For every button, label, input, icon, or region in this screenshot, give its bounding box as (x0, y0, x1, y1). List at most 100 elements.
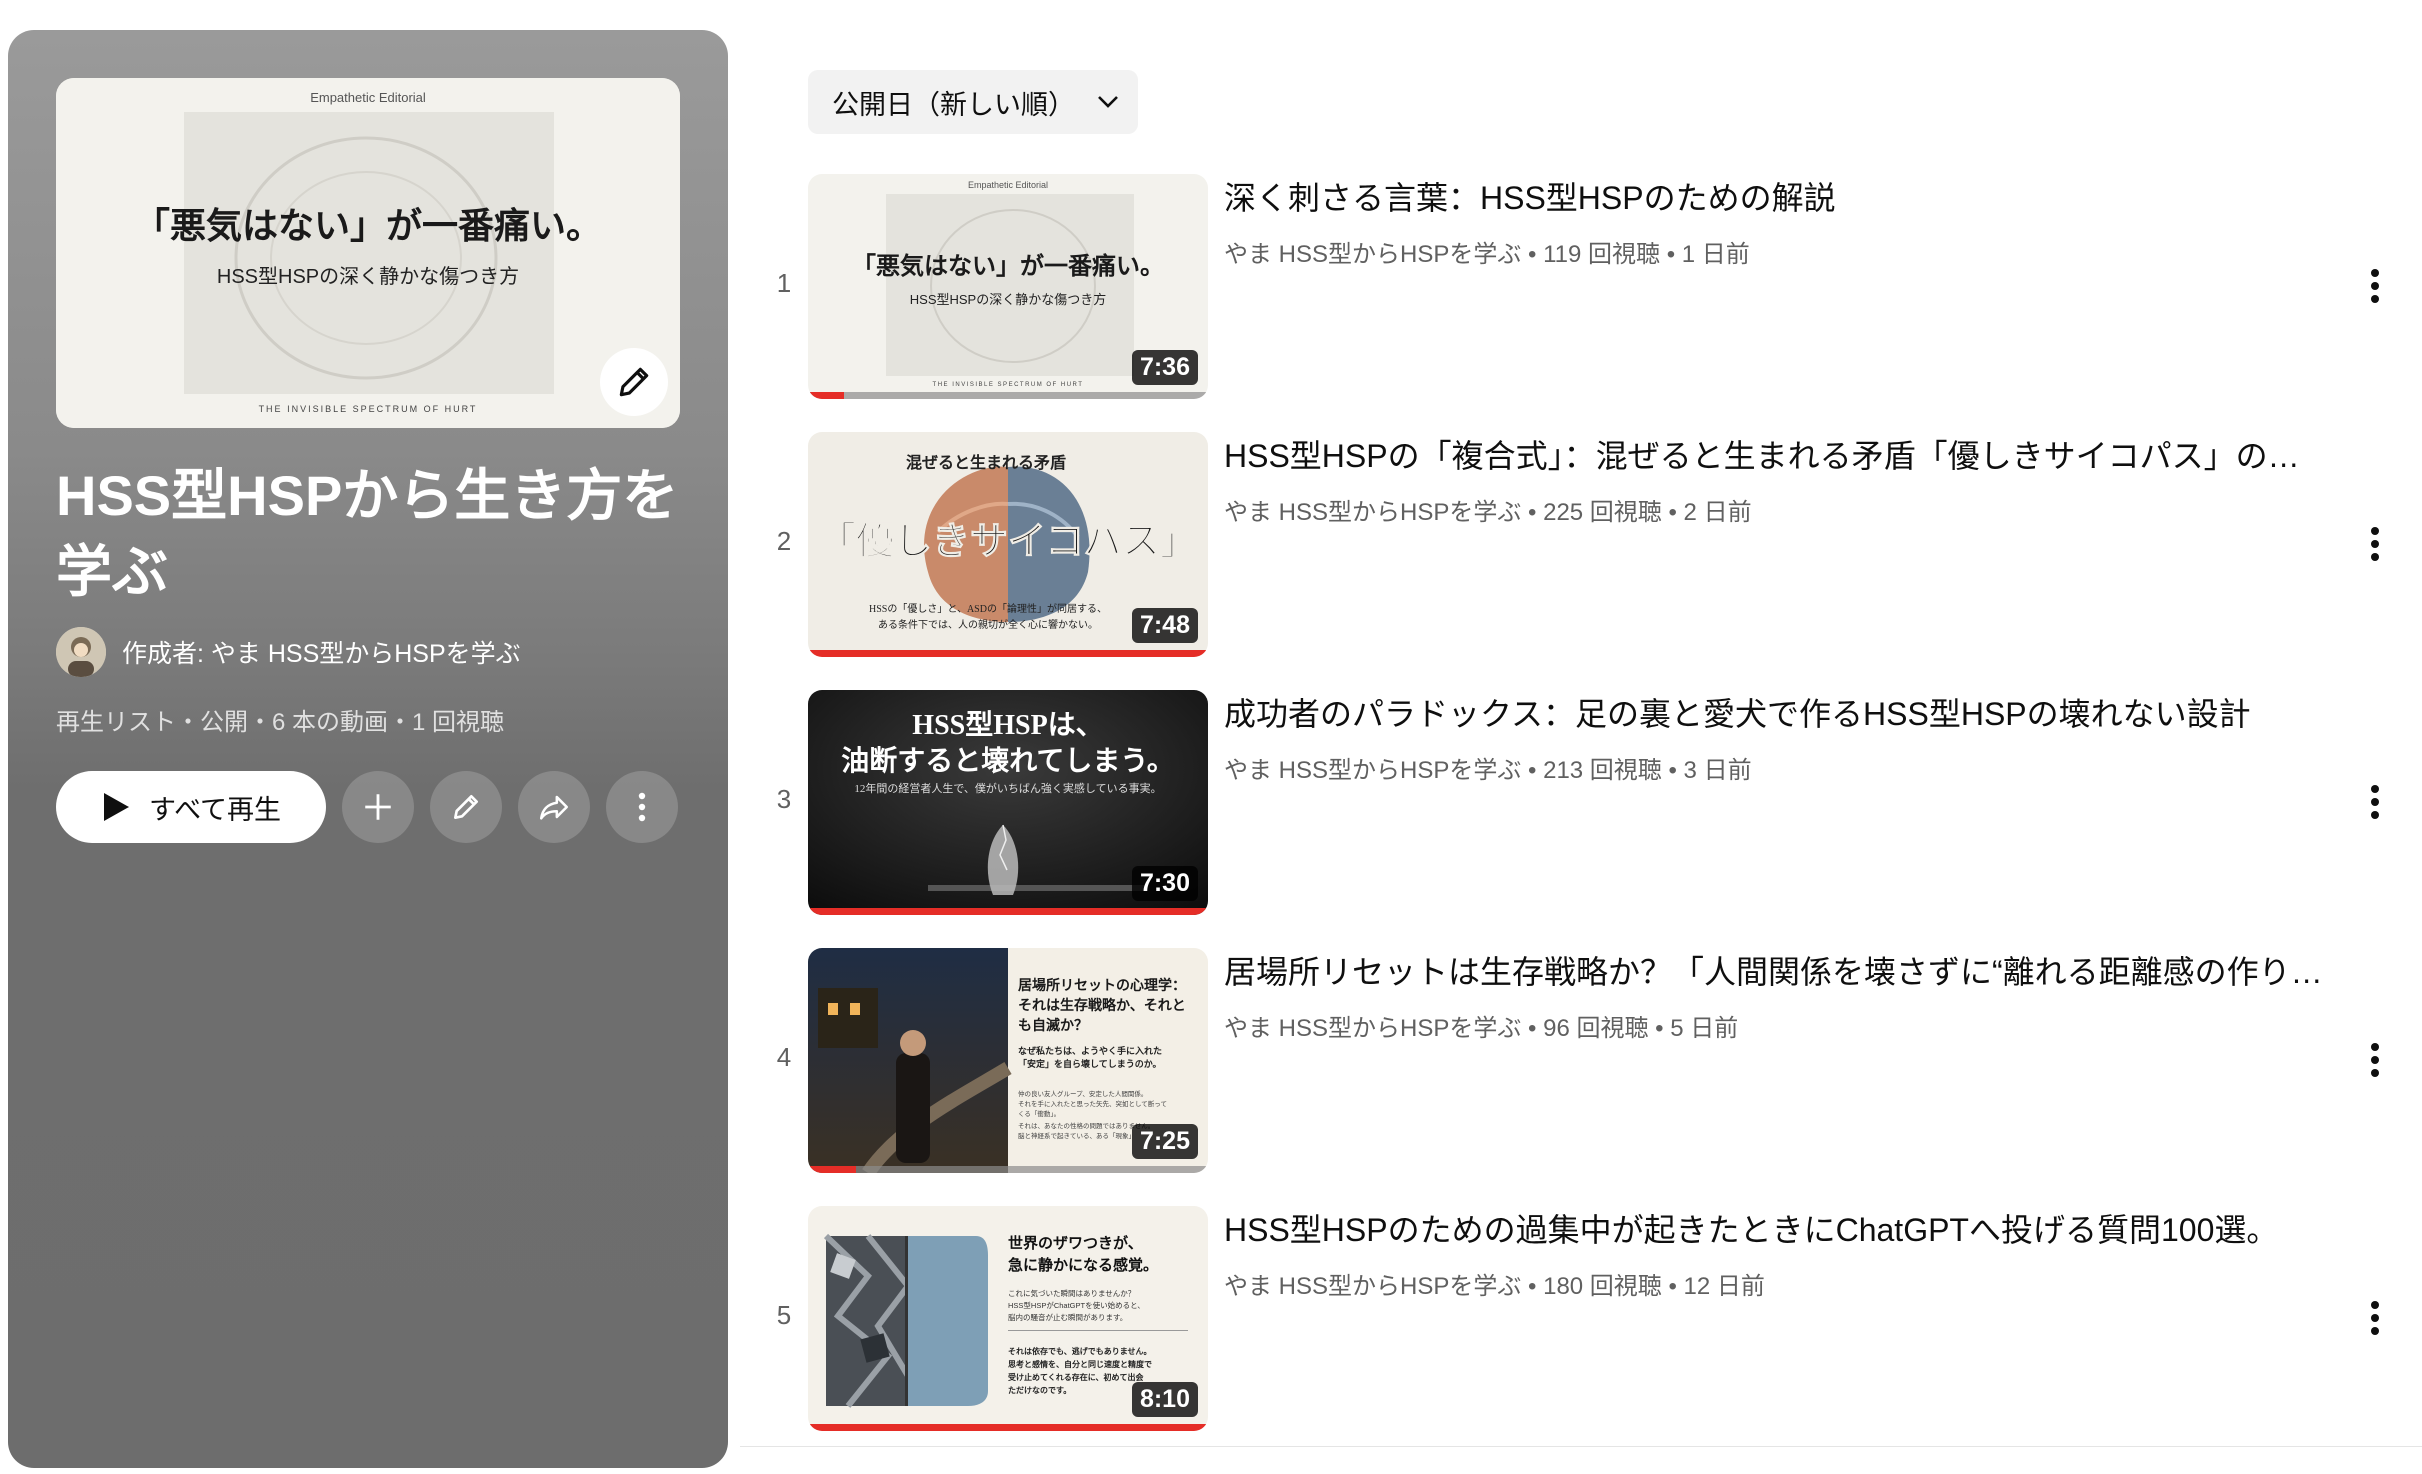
playlist-thumb-sub: HSS型HSPの深く静かな傷つき方 (217, 265, 519, 288)
more-vert-icon (2371, 1301, 2379, 1335)
chevron-down-icon (1098, 96, 1118, 108)
video-title[interactable]: 深く刺さる言葉：HSS型HSPのための解説 (1224, 176, 2324, 220)
playlist-video-row[interactable]: 2 混ぜると生まれる矛盾 「優しきサイコパス」 HSSの「優しさ」と、ASDの「… (740, 432, 2422, 670)
playlist-thumb-footer: THE INVISIBLE SPECTRUM OF HURT (259, 404, 478, 414)
edit-playlist-button[interactable] (430, 771, 502, 843)
playlist-thumbnail[interactable]: Empathetic Editorial 「悪気はない」が一番痛い。 HSS型H… (56, 78, 680, 428)
video-thumbnail[interactable]: Empathetic Editorial 「悪気はない」が一番痛い。 HSS型H… (808, 174, 1208, 399)
thumb-top: 混ぜると生まれる矛盾 (906, 453, 1066, 472)
play-icon (103, 793, 129, 821)
watch-progress-bar (808, 1424, 1208, 1431)
video-meta: やま HSS型からHSPを学ぶ • 225 回視聴 • 2 日前 (1224, 499, 1752, 526)
thumb-line1: HSSの「優しさ」と、ASDの「論理性」が同居する、 (869, 602, 1107, 615)
pencil-icon (454, 795, 478, 819)
video-title[interactable]: HSS型HSPの「複合式」：混ぜると生まれる矛盾「優しきサイコパス」の正体… (1224, 434, 2324, 478)
video-meta: やま HSS型からHSPを学ぶ • 96 回視聴 • 5 日前 (1224, 1015, 1739, 1042)
playlist-video-row[interactable]: 5 世界のザワつきが、 急に静かになる感覚。 これに気づいた瞬間はありませんか？… (740, 1206, 2422, 1444)
more-vert-icon (2371, 269, 2379, 303)
pencil-icon (619, 367, 649, 397)
video-more-button[interactable] (2350, 772, 2400, 832)
watch-progress-bar (808, 908, 1208, 915)
add-to-playlist-button[interactable] (342, 771, 414, 843)
video-more-button[interactable] (2350, 1288, 2400, 1348)
video-thumbnail[interactable]: 世界のザワつきが、 急に静かになる感覚。 これに気づいた瞬間はありませんか？ H… (808, 1206, 1208, 1431)
avatar-image (56, 627, 106, 677)
thumb-line1: HSS型HSPは、 (912, 709, 1103, 741)
thumb-sub: 12年間の経営者人生で、僕がいちばん強く実感している事実。 (854, 781, 1161, 795)
video-title[interactable]: HSS型HSPのための過集中が起きたときにChatGPTへ投げる質問100選。 (1224, 1208, 2324, 1252)
video-duration: 7:25 (1131, 1124, 1198, 1159)
playlist-video-row[interactable]: 4 居場所リセットの心理学： それは生存戦略か、それと も自滅か？ なぜ私たちは… (740, 948, 2422, 1186)
video-title[interactable]: 居場所リセットは生存戦略か？「人間関係を壊さずに“離れる距離感の作り… (1224, 950, 2324, 994)
playlist-actions: すべて再生 (56, 770, 678, 844)
playlist-title: HSS型HSPから生き方を学ぶ (56, 464, 679, 603)
watch-progress-bar (808, 392, 1208, 399)
thumb-s5: 脳と神経系で起きている、ある「現象」 (1018, 1131, 1135, 1140)
thumb-b2: 「安定」を自ら壊してしまうのか。 (1018, 1058, 1162, 1069)
video-title[interactable]: 成功者のパラドックス：足の裏と愛犬で作るHSS型HSPの壊れない設計 (1224, 692, 2324, 736)
play-all-label: すべて再生 (148, 794, 282, 825)
thumb-c1: それは依存でも、逃げでもありません。 (1008, 1346, 1152, 1356)
edit-thumbnail-button[interactable] (600, 348, 668, 416)
video-more-button[interactable] (2350, 256, 2400, 316)
playlist-creator[interactable]: 作成者: やま HSS型からHSPを学ぶ (56, 626, 521, 678)
playlist-header-panel: Empathetic Editorial 「悪気はない」が一番痛い。 HSS型H… (8, 30, 728, 1468)
more-vert-icon (2371, 527, 2379, 561)
thumb-h1: 世界のザワつきが、 (1008, 1234, 1143, 1252)
thumb-sub: HSS型HSPの深く静かな傷つき方 (910, 292, 1106, 307)
more-actions-button[interactable] (606, 771, 678, 843)
sort-label: 公開日（新しい順） (832, 89, 1075, 120)
more-vert-icon (2371, 785, 2379, 819)
creator-label: 作成者: やま HSS型からHSPを学ぶ (122, 640, 521, 668)
video-more-button[interactable] (2350, 1030, 2400, 1090)
thumb-b2: HSS型HSPがChatGPTを使い始めると、 (1008, 1300, 1145, 1310)
video-duration: 7:48 (1131, 608, 1198, 643)
video-meta: やま HSS型からHSPを学ぶ • 213 回視聴 • 3 日前 (1224, 757, 1752, 784)
thumb-s1: 仲の良い友人グループ、安定した人間関係。 (1018, 1089, 1147, 1098)
thumb-b3: 脳内の騒音が止む瞬間があります。 (1008, 1312, 1127, 1322)
video-index: 4 (776, 1042, 792, 1072)
playlist-meta: 再生リスト・公開・6 本の動画・1 回視聴 (56, 709, 505, 736)
video-duration: 8:10 (1131, 1382, 1198, 1417)
video-index: 5 (776, 1300, 792, 1330)
playlist-thumb-headline: 「悪気はない」が一番痛い。 (134, 206, 602, 246)
thumb-footer: THE INVISIBLE SPECTRUM OF HURT (933, 382, 1084, 388)
thumb-h2: それは生存戦略か、それと (1018, 997, 1186, 1013)
thumb-s2: それを手に入れたと思った矢先、突如として断って (1018, 1099, 1167, 1108)
video-duration: 7:30 (1131, 866, 1198, 901)
playlist-thumb-brand: Empathetic Editorial (310, 90, 426, 105)
thumb-h2: 急に静かになる感覚。 (1008, 1256, 1158, 1274)
avatar[interactable] (56, 627, 106, 677)
thumb-line2: 油断すると壊れてしまう。 (841, 744, 1174, 777)
video-thumbnail[interactable]: HSS型HSPは、 油断すると壊れてしまう。 12年間の経営者人生で、僕がいちば… (808, 690, 1208, 915)
video-duration: 7:36 (1131, 350, 1198, 385)
watch-progress-bar (808, 650, 1208, 657)
plus-icon (365, 794, 391, 820)
play-all-button[interactable]: すべて再生 (56, 771, 326, 843)
thumb-c2: 思考と感情を、自分と同じ速度と精度で (1008, 1359, 1152, 1369)
thumb-b1: これに気づいた瞬間はありませんか？ (1008, 1288, 1135, 1298)
thumb-h1: 居場所リセットの心理学： (1018, 977, 1186, 993)
thumb-brand: Empathetic Editorial (968, 180, 1048, 190)
video-index: 2 (776, 526, 792, 556)
watch-progress-fill (808, 1424, 1208, 1431)
watch-progress-fill (808, 392, 844, 399)
video-thumbnail[interactable]: 居場所リセットの心理学： それは生存戦略か、それと も自滅か？ なぜ私たちは、よ… (808, 948, 1208, 1173)
video-meta: やま HSS型からHSPを学ぶ • 180 回視聴 • 12 日前 (1224, 1273, 1765, 1300)
video-meta: やま HSS型からHSPを学ぶ • 119 回視聴 • 1 日前 (1224, 241, 1750, 268)
thumb-h3: も自滅か？ (1018, 1017, 1088, 1033)
playlist-video-row[interactable]: 3 HSS型HSPは、 油断すると壊れてしまう。 12年間の経営者人生で、僕がい… (740, 690, 2422, 928)
thumb-c4: ただけなのです。 (1008, 1385, 1071, 1395)
video-index: 3 (776, 784, 792, 814)
video-thumbnail[interactable]: 混ぜると生まれる矛盾 「優しきサイコパス」 HSSの「優しさ」と、ASDの「論理… (808, 432, 1208, 657)
share-button[interactable] (518, 771, 590, 843)
watch-progress-fill (808, 650, 1208, 657)
more-vert-icon (2371, 1043, 2379, 1077)
thumb-b1: なぜ私たちは、ようやく手に入れた (1018, 1045, 1162, 1056)
video-more-button[interactable] (2350, 514, 2400, 574)
more-vert-icon (638, 792, 646, 822)
watch-progress-fill (808, 1166, 856, 1173)
video-index: 1 (776, 268, 792, 298)
playlist-video-row[interactable]: 1 Empathetic Editorial 「悪気はない」が一番痛い。 HSS… (740, 174, 2422, 412)
sort-dropdown[interactable]: 公開日（新しい順） (808, 70, 1138, 134)
